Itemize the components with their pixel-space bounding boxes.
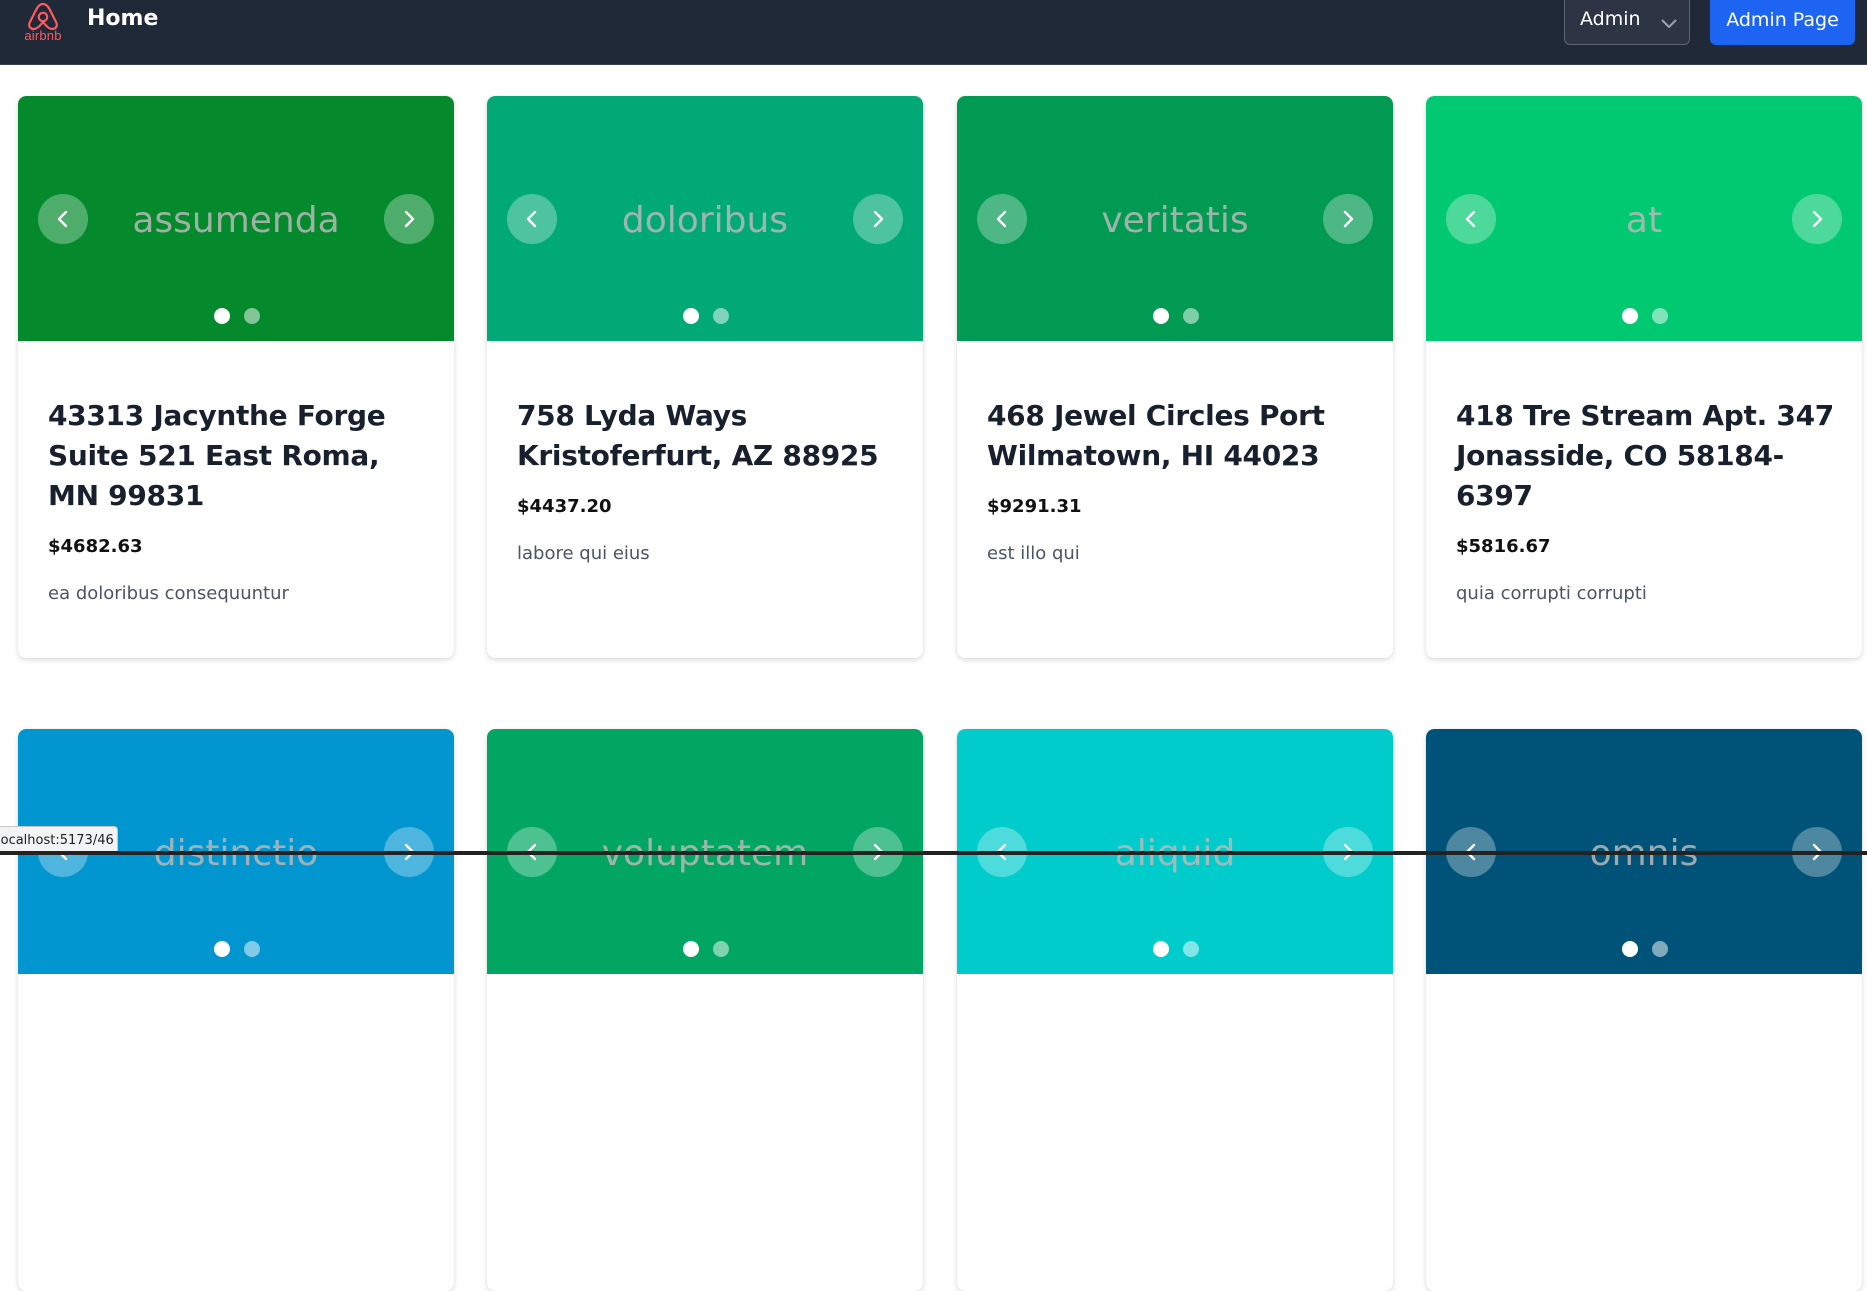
listing-card[interactable]: aliquid [957,729,1393,1291]
card-body: 418 Tre Stream Apt. 347 Jonasside, CO 58… [1456,396,1846,604]
listing-price: $9291.31 [987,496,1082,517]
carousel-indicators [1153,308,1199,324]
carousel-dot[interactable] [244,941,260,957]
listing-description: ea doloribus consequuntur [48,583,289,604]
status-url-text: localhost:5173/46 [0,833,114,848]
carousel-next-button[interactable] [1792,194,1842,244]
carousel-indicators [1622,308,1668,324]
carousel-indicators [1622,941,1668,957]
carousel-dot-active[interactable] [1153,941,1169,957]
listing-card[interactable]: doloribus 758 Lyda Ways Kristoferfurt, AZ… [487,96,923,658]
carousel-indicators [214,308,260,324]
listing-card[interactable]: voluptatem [487,729,923,1291]
listing-card[interactable]: at 418 Tre Stream Apt. 347 Jonasside, CO … [1426,96,1862,658]
carousel-indicators [683,308,729,324]
listing-address: 468 Jewel Circles Port Wilmatown, HI 440… [987,399,1325,472]
carousel-prev-button[interactable] [507,194,557,244]
carousel-dot-active[interactable] [1622,941,1638,957]
image-carousel: veritatis [957,96,1393,341]
carousel-prev-button[interactable] [38,194,88,244]
listing-price: $4437.20 [517,496,612,517]
carousel-dot[interactable] [1183,308,1199,324]
listing-price: $4682.63 [48,536,143,557]
carousel-next-button[interactable] [1323,194,1373,244]
carousel-indicators [683,941,729,957]
image-carousel: at [1426,96,1862,341]
carousel-indicators [214,941,260,957]
carousel-dot-active[interactable] [1622,308,1638,324]
listing-card[interactable]: assumenda 43313 Jacynthe Forge Suite 521 … [18,96,454,658]
carousel-dot[interactable] [1183,941,1199,957]
listing-card[interactable]: distinctio [18,729,454,1291]
carousel-dot[interactable] [713,941,729,957]
carousel-dot[interactable] [1652,308,1668,324]
listings-grid: assumenda 43313 Jacynthe Forge Suite 521 … [0,0,1867,1291]
carousel-prev-button[interactable] [977,194,1027,244]
listing-card[interactable]: veritatis 468 Jewel Circles Port Wilmatow… [957,96,1393,658]
carousel-prev-button[interactable] [1446,194,1496,244]
listing-card[interactable]: omnis [1426,729,1862,1291]
carousel-dot[interactable] [244,308,260,324]
window-bottom-edge [0,851,1867,855]
image-carousel: doloribus [487,96,923,341]
listing-address: 758 Lyda Ways Kristoferfurt, AZ 88925 [517,399,879,472]
listing-address: 418 Tre Stream Apt. 347 Jonasside, CO 58… [1456,399,1834,512]
card-body: 468 Jewel Circles Port Wilmatown, HI 440… [987,396,1377,564]
card-body: 43313 Jacynthe Forge Suite 521 East Roma… [48,396,438,604]
carousel-next-button[interactable] [853,194,903,244]
carousel-dot[interactable] [1652,941,1668,957]
carousel-dot-active[interactable] [214,941,230,957]
carousel-dot-active[interactable] [683,308,699,324]
listing-description: labore qui eius [517,543,650,564]
carousel-dot[interactable] [713,308,729,324]
listing-price: $5816.67 [1456,536,1551,557]
image-carousel: assumenda [18,96,454,341]
listing-description: quia corrupti corrupti [1456,583,1647,604]
listing-description: est illo qui [987,543,1080,564]
listing-address: 43313 Jacynthe Forge Suite 521 East Roma… [48,399,386,512]
carousel-next-button[interactable] [384,194,434,244]
carousel-dot-active[interactable] [683,941,699,957]
carousel-dot-active[interactable] [1153,308,1169,324]
card-body: 758 Lyda Ways Kristoferfurt, AZ 88925 $44… [517,396,907,564]
carousel-dot-active[interactable] [214,308,230,324]
carousel-indicators [1153,941,1199,957]
